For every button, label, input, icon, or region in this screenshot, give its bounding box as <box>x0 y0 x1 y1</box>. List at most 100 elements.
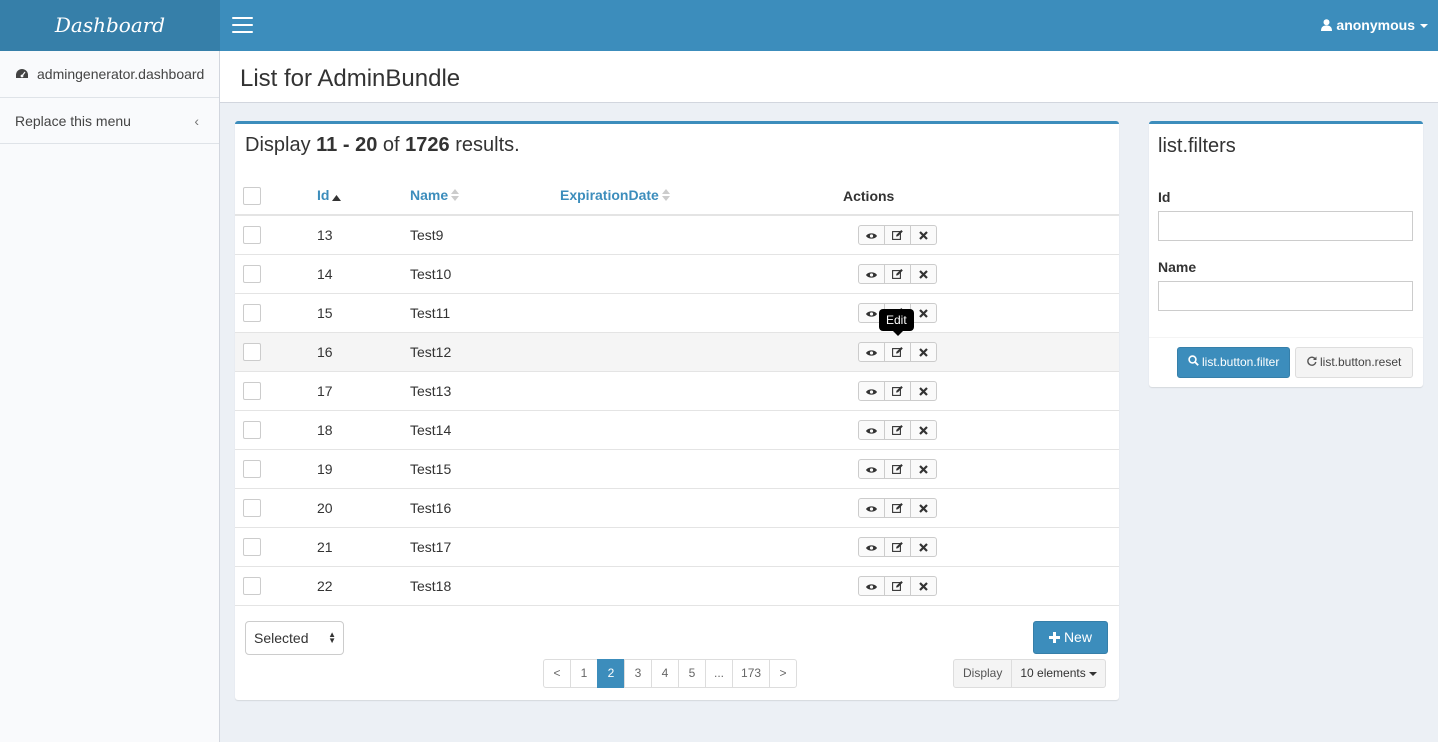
table-row[interactable]: 17 Test13 <box>235 371 1119 411</box>
pagination-page[interactable]: 3 <box>624 659 652 688</box>
row-actions <box>858 224 937 245</box>
table-row[interactable]: 14 Test10 <box>235 254 1119 294</box>
delete-button[interactable] <box>910 341 937 362</box>
row-select-cell <box>235 254 317 294</box>
edit-tooltip: Edit <box>879 309 914 336</box>
show-button[interactable] <box>858 263 885 284</box>
table-row[interactable]: 15 Test11 <box>235 293 1119 333</box>
table-row[interactable]: 16 Test12 <box>235 332 1119 372</box>
edit-button[interactable] <box>884 536 911 557</box>
reset-button[interactable]: list.button.reset <box>1295 347 1413 378</box>
table-row[interactable]: 19 Test15 <box>235 449 1119 489</box>
table-row[interactable]: 20 Test16 <box>235 488 1119 528</box>
row-checkbox[interactable] <box>243 342 261 361</box>
row-checkbox[interactable] <box>243 498 261 517</box>
edit-button[interactable] <box>884 224 911 245</box>
logo[interactable]: Dashboard <box>0 0 220 51</box>
table-row[interactable]: 22 Test18 <box>235 566 1119 606</box>
batch-action-value: Selected <box>254 630 309 646</box>
show-button[interactable] <box>858 458 885 479</box>
row-checkbox[interactable] <box>243 420 261 439</box>
show-button[interactable] <box>858 380 885 401</box>
pagination-next[interactable]: > <box>769 659 798 688</box>
show-button[interactable] <box>858 536 885 557</box>
list-box: Display 11 - 20 of 1726 results. Id Name… <box>235 121 1119 700</box>
edit-button[interactable] <box>884 497 911 518</box>
row-checkbox[interactable] <box>243 303 261 322</box>
edit-button[interactable] <box>884 575 911 596</box>
column-header-id[interactable]: Id <box>317 177 410 216</box>
eye-icon <box>866 305 877 321</box>
column-header-name[interactable]: Name <box>410 177 560 216</box>
filter-button[interactable]: list.button.filter <box>1177 347 1290 378</box>
select-all-checkbox[interactable] <box>243 186 261 205</box>
pagination-page-active[interactable]: 2 <box>597 659 625 688</box>
eye-icon <box>866 266 877 282</box>
filter-id-input[interactable] <box>1158 211 1413 241</box>
sort-name-link[interactable]: Name <box>410 187 448 203</box>
pagination-page[interactable]: 4 <box>651 659 679 688</box>
caret-down-icon <box>1420 24 1428 29</box>
edit-button[interactable] <box>884 380 911 401</box>
new-button[interactable]: New <box>1033 621 1108 654</box>
show-button[interactable] <box>858 341 885 362</box>
row-checkbox[interactable] <box>243 264 261 283</box>
filter-button-label: list.button.filter <box>1201 355 1280 369</box>
filter-name-input[interactable] <box>1158 281 1413 311</box>
delete-button[interactable] <box>910 536 937 557</box>
cell-expiration <box>560 332 843 372</box>
pagination-page[interactable]: 1 <box>570 659 598 688</box>
edit-button[interactable] <box>884 458 911 479</box>
show-button[interactable] <box>858 497 885 518</box>
row-checkbox[interactable] <box>243 381 261 400</box>
show-button[interactable] <box>858 224 885 245</box>
select-arrows-icon: ▲ ▼ <box>328 630 336 645</box>
sort-expiration-link[interactable]: ExpirationDate <box>560 187 659 203</box>
delete-button[interactable] <box>910 380 937 401</box>
pagination-page-last[interactable]: 173 <box>732 659 771 688</box>
cell-id: 15 <box>317 293 410 333</box>
table-row[interactable]: 18 Test14 <box>235 410 1119 450</box>
row-checkbox[interactable] <box>243 576 261 595</box>
row-select-cell <box>235 332 317 372</box>
pagination-page[interactable]: 5 <box>678 659 706 688</box>
pagination-prev[interactable]: < <box>543 659 571 688</box>
delete-button[interactable] <box>910 458 937 479</box>
cell-expiration <box>560 488 843 528</box>
edit-button[interactable] <box>884 419 911 440</box>
edit-icon <box>892 344 903 360</box>
edit-button[interactable] <box>884 263 911 284</box>
column-header-expiration[interactable]: ExpirationDate <box>560 177 843 216</box>
batch-action-select[interactable]: Selected ▲ ▼ <box>245 621 344 655</box>
delete-button[interactable] <box>910 575 937 596</box>
page-size-dropdown[interactable]: 10 elements <box>1012 659 1106 688</box>
row-checkbox[interactable] <box>243 225 261 244</box>
sidebar-toggle-button[interactable] <box>232 17 253 33</box>
user-menu[interactable]: anonymous <box>1321 0 1428 51</box>
show-button[interactable] <box>858 419 885 440</box>
cell-actions <box>843 254 1119 294</box>
delete-button[interactable] <box>910 224 937 245</box>
delete-button[interactable] <box>910 302 937 323</box>
delete-button[interactable] <box>910 419 937 440</box>
summary-to: 20 <box>355 134 378 156</box>
row-checkbox[interactable] <box>243 537 261 556</box>
table-row[interactable]: 21 Test17 <box>235 527 1119 567</box>
sidebar-item-dashboard[interactable]: admingenerator.dashboard <box>0 51 219 98</box>
row-checkbox[interactable] <box>243 459 261 478</box>
sort-id-link[interactable]: Id <box>317 187 329 203</box>
sort-icon <box>451 188 460 204</box>
caret-down-icon <box>1088 671 1097 676</box>
close-icon <box>919 461 928 477</box>
show-button[interactable] <box>858 575 885 596</box>
user-icon <box>1321 1 1333 52</box>
cell-name: Test10 <box>410 254 560 294</box>
cell-id: 17 <box>317 371 410 411</box>
delete-button[interactable] <box>910 263 937 284</box>
sidebar-item-replace-menu[interactable]: Replace this menu ‹ <box>0 98 219 144</box>
edit-button[interactable] <box>884 341 911 362</box>
cell-id: 18 <box>317 410 410 450</box>
delete-button[interactable] <box>910 497 937 518</box>
cell-name: Test15 <box>410 449 560 489</box>
table-row[interactable]: 13 Test9 <box>235 215 1119 255</box>
